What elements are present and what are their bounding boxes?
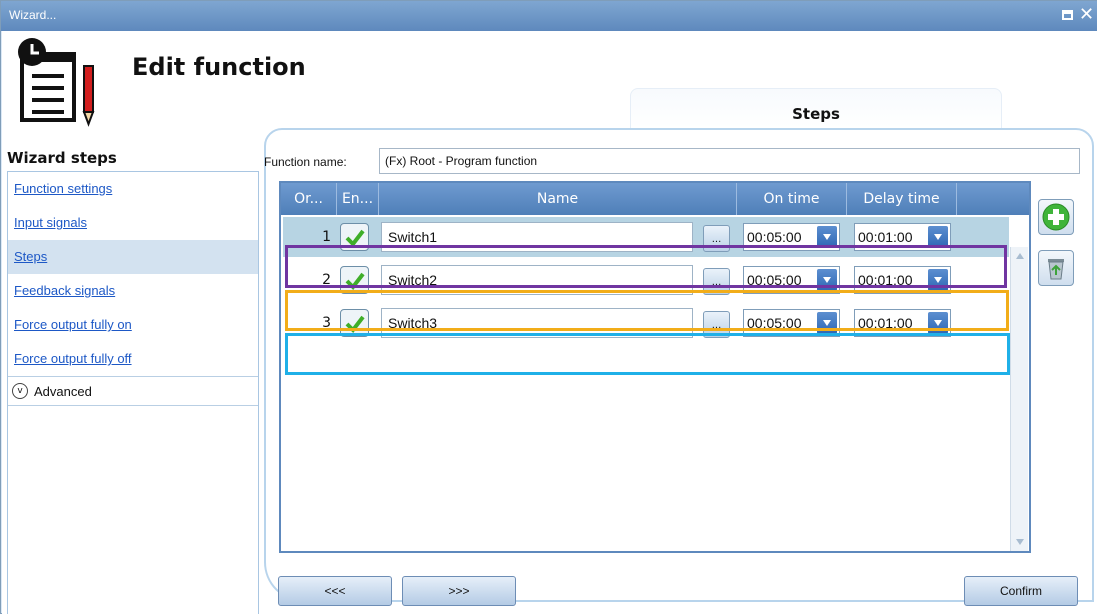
title-bar: Wizard... ✕: [1, 1, 1097, 31]
sidebar-item-force-output-on[interactable]: Force output fully on: [8, 308, 258, 342]
window-content: Edit function Steps Wizard steps Functio…: [2, 31, 1097, 614]
row-highlight-3: [285, 333, 1010, 375]
wizard-steps-heading: Wizard steps: [7, 149, 117, 167]
column-on-time[interactable]: On time: [737, 183, 847, 215]
wizard-window: Wizard... ✕ Edit function Steps Wizard s…: [0, 0, 1097, 614]
sidebar-item-label[interactable]: Steps: [14, 249, 47, 264]
sidebar-item-label[interactable]: Force output fully off: [14, 351, 132, 366]
tab-steps[interactable]: Steps: [630, 88, 1002, 128]
on-time-value: 00:05:00: [747, 229, 802, 245]
chevron-down-icon: v: [12, 383, 28, 399]
sidebar-item-label[interactable]: Feedback signals: [14, 283, 115, 298]
advanced-expander[interactable]: v Advanced: [8, 376, 258, 406]
previous-button[interactable]: <<<: [278, 576, 392, 606]
row-highlight-2: [285, 290, 1009, 331]
close-icon[interactable]: ✕: [1079, 4, 1094, 26]
sidebar-item-force-output-off[interactable]: Force output fully off: [8, 342, 258, 376]
confirm-button[interactable]: Confirm: [964, 576, 1078, 606]
add-icon: [1042, 203, 1070, 231]
column-order[interactable]: Or...: [281, 183, 337, 215]
column-name[interactable]: Name: [379, 183, 737, 215]
recycle-bin-icon: [1048, 259, 1064, 280]
wizard-steps-panel: Function settings Input signals Steps Fe…: [7, 171, 259, 614]
next-button[interactable]: >>>: [402, 576, 516, 606]
table-header: Or... En... Name On time Delay time: [281, 183, 1029, 215]
edit-function-icon: [18, 38, 95, 127]
add-step-button[interactable]: [1038, 199, 1074, 235]
sidebar-item-function-settings[interactable]: Function settings: [8, 172, 258, 206]
maximize-icon[interactable]: [1062, 10, 1073, 20]
sidebar-item-feedback-signals[interactable]: Feedback signals: [8, 274, 258, 308]
tab-steps-label: Steps: [792, 105, 840, 123]
sidebar-item-label[interactable]: Force output fully on: [14, 317, 132, 332]
function-name-label: Function name:: [264, 155, 347, 169]
vertical-scrollbar[interactable]: [1010, 247, 1028, 551]
sidebar-item-steps[interactable]: Steps: [8, 240, 258, 274]
sidebar-item-input-signals[interactable]: Input signals: [8, 206, 258, 240]
column-delay-time[interactable]: Delay time: [847, 183, 957, 215]
advanced-label: Advanced: [34, 384, 92, 399]
function-name-field[interactable]: (Fx) Root - Program function: [379, 148, 1080, 174]
window-title: Wizard...: [9, 8, 57, 22]
page-title: Edit function: [132, 53, 306, 81]
delete-step-button[interactable]: [1038, 250, 1074, 286]
row-highlight-1: [285, 245, 1007, 288]
sidebar-item-label[interactable]: Function settings: [14, 181, 112, 196]
scroll-down-icon[interactable]: [1016, 539, 1024, 545]
scroll-up-icon[interactable]: [1016, 253, 1024, 259]
delay-time-value: 00:01:00: [858, 229, 913, 245]
sidebar-item-label[interactable]: Input signals: [14, 215, 87, 230]
column-enabled[interactable]: En...: [337, 183, 379, 215]
